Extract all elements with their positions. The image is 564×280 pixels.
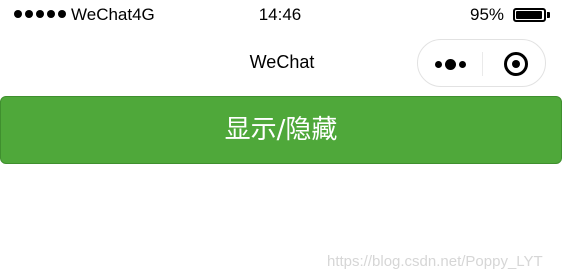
- target-circle-icon: [504, 52, 528, 76]
- battery-icon: [513, 8, 546, 22]
- more-dots-icon: [435, 59, 466, 70]
- mini-program-capsule: [417, 39, 546, 87]
- show-hide-button[interactable]: 显示/隐藏: [0, 96, 562, 164]
- status-bar: WeChat4G 14:46 95%: [0, 0, 564, 30]
- status-time: 14:46: [258, 5, 302, 24]
- battery-percent: 95%: [470, 5, 505, 24]
- battery-tip: [547, 12, 550, 18]
- navigation-bar: WeChat: [0, 30, 564, 94]
- watermark-text: https://blog.csdn.net/Poppy_LYT: [327, 253, 543, 270]
- close-button[interactable]: [483, 40, 546, 86]
- more-menu-button[interactable]: [418, 40, 482, 86]
- battery-level-fill: [516, 11, 542, 19]
- app-screen: WeChat4G 14:46 95% WeChat 显示/隐藏 https://…: [0, 0, 564, 280]
